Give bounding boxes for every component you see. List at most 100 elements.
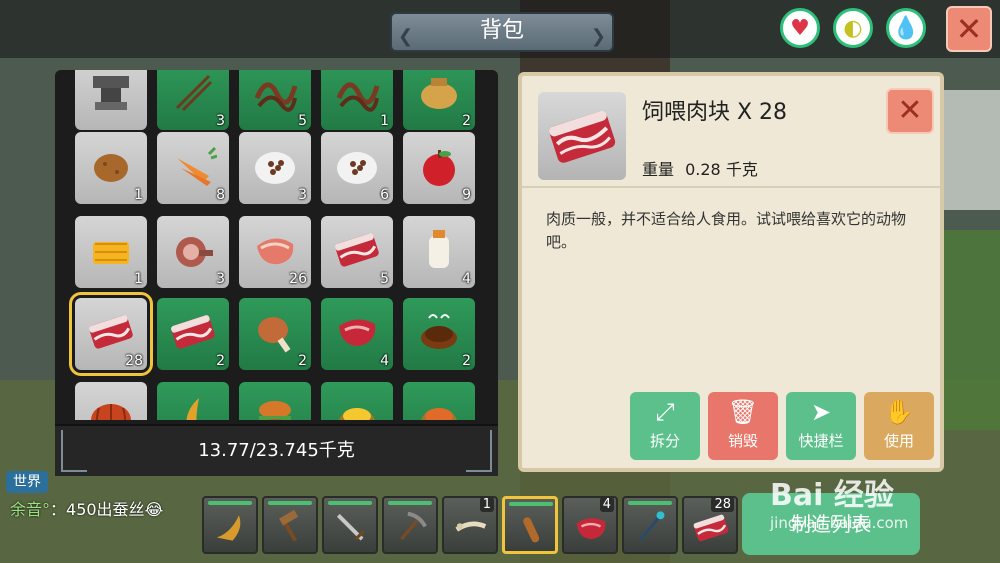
item-count: 2 [298, 353, 307, 369]
steak-icon [257, 238, 294, 265]
laughing-emoji-icon: 😂 [144, 500, 164, 519]
water-status-icon[interactable]: 💧 [886, 8, 926, 48]
horn-icon [186, 398, 199, 420]
hotbar-button[interactable]: ➤ 快捷栏 [786, 392, 856, 460]
inventory-slot[interactable]: 2 [403, 298, 475, 370]
use-button[interactable]: ✋ 使用 [864, 392, 934, 460]
hotbar-slot[interactable] [322, 496, 378, 554]
durability-bar [328, 501, 372, 505]
craft-list-button[interactable]: 制造列表 [742, 493, 920, 555]
inventory-slot[interactable]: 5 [321, 216, 393, 288]
item-count: 1 [134, 271, 143, 287]
inventory-slot[interactable] [403, 382, 475, 420]
corner-ornament-icon [466, 430, 492, 472]
item-name: 饲喂肉块 X 28 [642, 100, 788, 125]
weight-value: 0.28 千克 [685, 160, 758, 179]
corner-ornament-icon [61, 430, 87, 472]
raw-meat-icon [335, 233, 379, 267]
action-label: 使用 [883, 432, 914, 450]
horn-gold-icon [216, 515, 241, 541]
inventory-slot[interactable] [157, 382, 229, 420]
item-count: 28 [711, 497, 734, 512]
anvil-icon [93, 76, 129, 110]
gold-sack-icon [339, 408, 375, 420]
honeycomb-icon [93, 242, 129, 264]
inventory-slot[interactable]: 3 [157, 70, 229, 130]
burger-icon [259, 401, 291, 420]
pickaxe-icon [400, 511, 427, 541]
weight-bar: 13.77/23.745千克 [55, 424, 498, 476]
chat-channel-badge[interactable]: 世界 [6, 471, 48, 493]
hand-icon: ✋ [884, 398, 914, 426]
inventory-slot[interactable] [321, 382, 393, 420]
hotbar-slot[interactable] [202, 496, 258, 554]
inventory-grid[interactable]: 3 5 1 2 1 8 3 6 9 1 3 26 5 4 28 2 2 4 2 [65, 70, 490, 420]
durability-bar [509, 502, 553, 506]
pumpkin-icon [91, 404, 131, 420]
inventory-slot[interactable]: 6 [321, 132, 393, 204]
raw-meat-icon [549, 110, 616, 163]
cooked-dish-icon [421, 314, 457, 349]
raw-meat-icon [171, 315, 215, 349]
trash-icon: 🗑 [727, 398, 759, 426]
rope-icon [336, 82, 380, 112]
inventory-slot[interactable]: 28 [69, 292, 153, 376]
inventory-slot[interactable]: 3 [239, 132, 311, 204]
stomach-status-icon[interactable]: ◐ [833, 8, 873, 48]
hotbar-slot[interactable] [622, 496, 678, 554]
hotbar-slot[interactable]: 1 [442, 496, 498, 554]
hotbar-slot[interactable] [262, 496, 318, 554]
inventory-slot[interactable]: 5 [239, 70, 311, 130]
action-label: 拆分 [649, 432, 680, 450]
hotbar-slot[interactable]: 4 [562, 496, 618, 554]
item-count: 6 [380, 187, 389, 203]
item-count: 5 [298, 113, 307, 129]
sword-icon [336, 513, 365, 541]
arrow-icon: ➤ [810, 398, 832, 426]
inventory-slot[interactable] [75, 382, 147, 420]
action-label: 快捷栏 [798, 432, 844, 450]
inventory-slot[interactable]: 1 [75, 216, 147, 288]
steak-red-icon [339, 319, 376, 346]
weight-label: 重量 [642, 160, 675, 179]
inventory-slot[interactable]: 2 [403, 70, 475, 130]
inventory-slot[interactable]: 2 [239, 298, 311, 370]
item-count: 28 [125, 353, 143, 369]
chat-speaker: 余音° [10, 500, 51, 519]
item-count: 8 [216, 187, 225, 203]
hotbar-slot[interactable]: 28 [682, 496, 738, 554]
item-count: 1 [380, 113, 389, 129]
club-icon [523, 517, 540, 543]
inventory-slot[interactable]: 4 [321, 298, 393, 370]
item-count: 2 [462, 353, 471, 369]
split-button[interactable]: ⤢ 拆分 [630, 392, 700, 460]
inventory-slot[interactable]: 1 [321, 70, 393, 130]
heart-status-icon[interactable]: ♥ [780, 8, 820, 48]
inventory-slot[interactable]: 3 [157, 216, 229, 288]
inventory-slot[interactable]: 4 [403, 216, 475, 288]
staff-icon [638, 511, 665, 542]
seeds-plate-icon [337, 152, 377, 184]
apple-icon [423, 150, 455, 186]
item-count: 1 [134, 187, 143, 203]
hotbar-slot[interactable] [502, 496, 558, 554]
chat-message: 余音°：450出蚕丝😂 [10, 496, 163, 520]
inventory-slot[interactable]: 26 [239, 216, 311, 288]
inventory-slot[interactable]: 8 [157, 132, 229, 204]
inventory-slot[interactable] [75, 70, 147, 130]
inventory-slot[interactable]: 9 [403, 132, 475, 204]
inventory-slot[interactable] [239, 382, 311, 420]
spice-sack-icon [421, 408, 457, 420]
close-detail-button[interactable]: ✕ [886, 88, 934, 134]
ham-icon [176, 237, 213, 267]
destroy-button[interactable]: 🗑 销毁 [708, 392, 778, 460]
close-inventory-button[interactable]: ✕ [946, 6, 992, 52]
item-count: 3 [298, 187, 307, 203]
raw-meat-icon [89, 315, 133, 349]
inventory-slot[interactable]: 1 [75, 132, 147, 204]
hotbar-slot[interactable] [382, 496, 438, 554]
milk-icon [429, 230, 449, 268]
inventory-slot[interactable]: 2 [157, 298, 229, 370]
drumstick-icon [258, 317, 291, 353]
right-scroll-ornament-icon: ❯ [590, 26, 606, 47]
